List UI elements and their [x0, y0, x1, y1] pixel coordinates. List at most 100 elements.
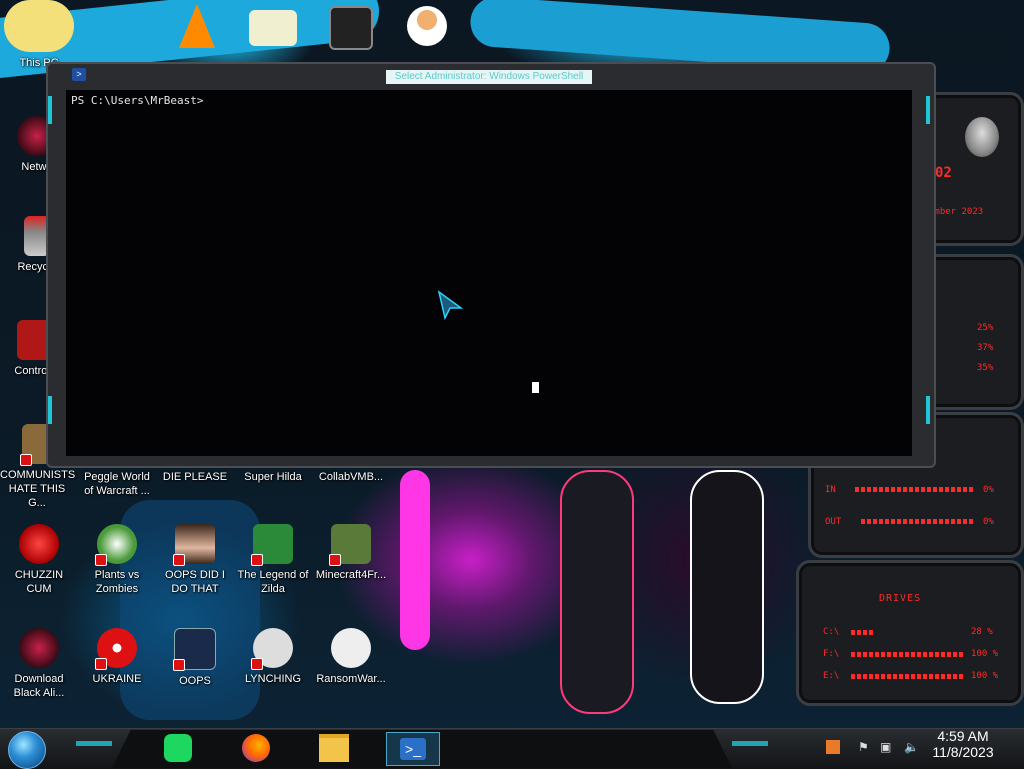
wallpaper-figure-leg: [560, 470, 634, 714]
drive-usage-value: 28 %: [971, 627, 993, 637]
taskbar-powershell[interactable]: >_: [386, 732, 440, 766]
desktop-icon-label: UKRAINE: [92, 673, 142, 685]
wallpaper-figure-leg: [400, 470, 430, 650]
taskbar-file-explorer[interactable]: [318, 732, 350, 764]
window-title: Select Administrator: Windows PowerShell: [386, 70, 592, 84]
skull-icon: [331, 628, 371, 668]
wallpaper-figure-leg: [690, 470, 764, 704]
grass-block-icon: [329, 524, 371, 566]
powershell-icon: >_: [400, 738, 426, 760]
drive-usage-bar: [851, 674, 963, 679]
desktop-icon-ransomware[interactable]: RansomWar...: [314, 628, 388, 686]
desktop-icon-this-pc[interactable]: This PC: [2, 0, 76, 70]
drives-title: DRIVES: [879, 593, 922, 604]
desktop-icon-plants-vs-zombies[interactable]: Plants vs Zombies: [80, 524, 154, 596]
desktop-icon-ukraine[interactable]: UKRAINE: [80, 628, 154, 686]
spotify-icon: [164, 734, 192, 762]
computer-icon: [173, 628, 216, 671]
net-out-value: 0%: [983, 517, 994, 527]
pixel-character-icon: [251, 524, 293, 566]
firefox-icon: [242, 734, 270, 762]
frame-accent: [48, 96, 52, 124]
vlc-icon: [179, 4, 215, 48]
start-button[interactable]: [8, 731, 46, 769]
drive-letter: F:\: [823, 649, 840, 659]
desktop-icon-label: OOPS DID I DO THAT: [165, 569, 225, 595]
alien-head-icon: [965, 117, 999, 157]
desktop-icon-label: CHUZZIN CUM: [14, 569, 64, 595]
desktop-icon-minecraft[interactable]: Minecraft4Fr...: [314, 524, 388, 582]
desktop-icon-oops-did-i[interactable]: OOPS DID I DO THAT: [158, 524, 232, 596]
net-in-graph: [855, 487, 975, 492]
net-in-label: IN: [825, 485, 836, 495]
file-explorer-icon: [319, 734, 349, 762]
drive-letter: C:\: [823, 627, 840, 637]
desktop-icon-chuzzin[interactable]: CHUZZIN CUM: [2, 524, 76, 596]
date-month: ember 2023: [929, 207, 984, 217]
maze-icon: [329, 6, 373, 50]
desktop-icon-label: Plants vs Zombies: [94, 569, 140, 595]
desktop-icon-label: LYNCHING: [244, 673, 302, 685]
flag-icon[interactable]: ⚑: [858, 740, 869, 754]
net-in-value: 0%: [983, 485, 994, 495]
desktop-icon-label: Download Black Ali...: [13, 673, 65, 699]
desktop-icon-die-please[interactable]: DIE PLEASE: [158, 470, 232, 484]
desktop-icon-download-black-alien[interactable]: Download Black Ali...: [2, 628, 76, 700]
desktop-icon-collabvm[interactable]: CollabVMB...: [314, 470, 388, 484]
taskbar-accent: [76, 741, 112, 746]
desktop-icon-label: Minecraft4Fr...: [315, 569, 387, 581]
frame-accent: [926, 96, 930, 124]
desktop-icon-hxd[interactable]: [236, 10, 310, 50]
drives-widget: DRIVES C:\ 28 % F:\ 100 % E:\ 100 %: [796, 560, 1024, 706]
desktop-icon-zilda[interactable]: The Legend of Zilda: [236, 524, 310, 596]
desktop-icon-super-hilda[interactable]: Super Hilda: [236, 470, 310, 484]
tray-app-icon[interactable]: [826, 740, 840, 757]
clock-time: 4:59 AM: [937, 728, 989, 744]
drive-letter: E:\: [823, 671, 840, 681]
desktop-icon-vlc[interactable]: [160, 4, 234, 52]
frame-accent: [926, 396, 930, 424]
desktop-icon-label: The Legend of Zilda: [237, 569, 309, 595]
drive-usage-bar: [851, 652, 963, 657]
taskbar-accent: [732, 741, 768, 746]
text-cursor: [532, 382, 539, 393]
console-area[interactable]: PS C:\Users\MrBeast>: [66, 90, 912, 456]
cartoon-avatar-icon: [4, 0, 74, 52]
cpu-value: 25%: [977, 323, 994, 333]
rope-icon: [251, 628, 293, 670]
desktop-icon-lynching[interactable]: LYNCHING: [236, 628, 310, 686]
desktop-icon-label: DIE PLEASE: [162, 471, 228, 483]
taskbar-clock[interactable]: 4:59 AM 11/8/2023: [918, 728, 1008, 760]
desktop-icon-label: OOPS: [179, 675, 211, 687]
flower-icon: [95, 524, 137, 566]
desktop-icon-label: RansomWar...: [316, 673, 386, 685]
portrait-icon: [173, 524, 215, 566]
doctor-icon: [407, 6, 447, 46]
hex-editor-icon: [249, 10, 297, 46]
desktop-icon-label: COMMUNISTS HATE THIS G...: [0, 469, 76, 509]
date-day: 02: [935, 165, 952, 181]
mouse-pointer-icon: [437, 290, 463, 320]
net-out-label: OUT: [825, 517, 842, 527]
cpu-value: 35%: [977, 363, 994, 373]
desktop-icon-oops[interactable]: OOPS: [158, 628, 232, 688]
taskbar-spotify[interactable]: [162, 732, 194, 764]
desktop-icon-peggle[interactable]: Peggle World of Warcraft ...: [80, 470, 154, 498]
console-prompt: PS C:\Users\MrBeast>: [71, 94, 204, 107]
network-tray-icon[interactable]: ▣: [880, 740, 891, 754]
desktop-icon-doctor[interactable]: [390, 6, 464, 50]
desktop-icon-label: Peggle World of Warcraft ...: [84, 471, 150, 497]
drive-usage-value: 100 %: [971, 671, 999, 681]
chuzzle-icon: [19, 524, 59, 564]
drive-usage-value: 100 %: [971, 649, 999, 659]
powershell-icon[interactable]: >: [72, 68, 86, 81]
desktop-icon-maze[interactable]: [314, 6, 388, 54]
volume-icon[interactable]: 🔈: [904, 740, 919, 754]
drive-usage-bar: [851, 630, 873, 635]
desktop-icon-label: CollabVMB...: [318, 471, 384, 483]
frame-accent: [48, 396, 52, 424]
taskbar-firefox[interactable]: [240, 732, 272, 764]
radiation-icon: [95, 628, 137, 670]
desktop-icon-label: Super Hilda: [244, 471, 302, 483]
net-out-graph: [861, 519, 975, 524]
